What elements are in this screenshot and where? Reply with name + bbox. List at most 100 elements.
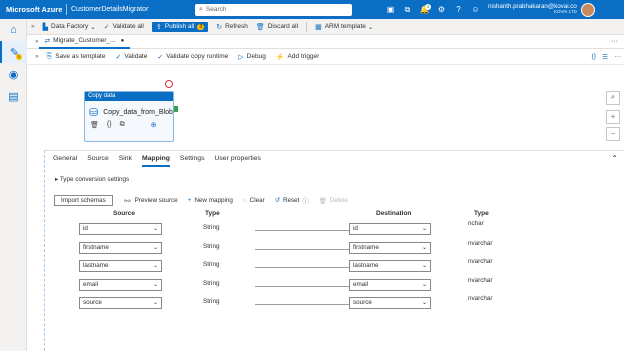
code-icon[interactable]: {} [592, 53, 596, 60]
destination-column-value: id [353, 225, 358, 232]
delete-icon: 🗑 [318, 197, 327, 205]
arrow-right-icon[interactable]: ⊕ [151, 121, 157, 129]
destination-column-value: email [353, 280, 369, 288]
save-as-template-button[interactable]: ⎘ Save as template [47, 53, 106, 61]
help-icon[interactable]: ? [450, 5, 467, 14]
discard-all-button[interactable]: 🗑 Discard all [256, 23, 298, 31]
properties-icon[interactable]: ☰ [602, 53, 608, 61]
destination-type: nvarchar [468, 276, 493, 284]
chevron-down-icon: ⌄ [152, 263, 158, 269]
top-icons: ▣ ⧉ 🔔 1 ⚙ ? ☺ [382, 4, 484, 15]
monitor-icon[interactable]: ◉ [0, 63, 27, 85]
search-icon[interactable]: ⌕ [606, 91, 620, 105]
mapping-row: lastname⌄String→lastname⌄nvarchar [45, 258, 605, 276]
source-column-select[interactable]: source ⌄ [79, 297, 162, 309]
account-info[interactable]: nishanth.prabhakaran@kovai.co KOVAI LTD [488, 3, 577, 16]
tab-settings[interactable]: Settings [180, 151, 205, 167]
chevron-down-icon: ⌄ [367, 23, 374, 31]
validate-label: Validate [124, 53, 148, 60]
directory-icon[interactable]: ⧉ [399, 5, 416, 15]
factory-icon: ▙ [42, 23, 49, 31]
delete-icon[interactable]: 🗑 [90, 121, 99, 129]
new-mapping-button[interactable]: + New mapping [188, 197, 233, 204]
refresh-button[interactable]: ↻ Refresh [216, 23, 248, 31]
search-placeholder: Search [205, 6, 227, 13]
destination-type: nvarchar [468, 258, 493, 265]
reset-label: Reset [282, 197, 300, 204]
type-conversion-toggle[interactable]: ▸ Type conversion settings [55, 176, 129, 183]
destination-column-select[interactable]: email ⌄ [349, 278, 431, 291]
publish-all-button[interactable]: ⇪ Publish all 3 [151, 21, 209, 32]
header-destination: Destination [376, 210, 412, 217]
preview-source-button[interactable]: 👓 Preview source [124, 197, 178, 205]
discard-all-label: Discard all [267, 23, 299, 30]
more-icon[interactable]: ··· [611, 38, 618, 45]
brand-label[interactable]: Microsoft Azure [0, 5, 66, 14]
destination-column-value: firstname [353, 243, 379, 251]
header-source-type: Type [205, 210, 220, 217]
check-icon: ✓ [115, 53, 122, 61]
error-icon[interactable] [165, 80, 173, 88]
validate-button[interactable]: ✓ Validate [115, 53, 147, 61]
type-conversion-label: Type conversion settings [59, 176, 130, 183]
source-column-select[interactable]: id ⌄ [79, 223, 162, 235]
search-input[interactable]: ⌕ Search [195, 3, 352, 16]
tab-general[interactable]: General [53, 151, 77, 167]
avatar[interactable] [580, 2, 595, 17]
validate-copy-runtime-button[interactable]: ✓ Validate copy runtime [157, 53, 228, 61]
chevron-up-icon[interactable]: ⌃ [611, 154, 618, 163]
cloud-shell-icon[interactable]: ▣ [382, 5, 399, 14]
add-trigger-label: Add trigger [287, 53, 320, 60]
tab-pipeline[interactable]: ⇄ Migrate_Customer_... ● [38, 35, 131, 49]
source-column-select[interactable]: lastname ⌄ [79, 260, 162, 272]
home-icon[interactable]: ⌂ [0, 19, 27, 41]
arm-template-button[interactable]: ▦ ARM template ⌄ [315, 23, 373, 31]
expand-icon[interactable]: » [35, 53, 39, 60]
pipeline-icon: ⇄ [44, 37, 51, 45]
delete-button[interactable]: 🗑 Delete [319, 197, 348, 205]
reset-button[interactable]: ↺ Reset ⓘ [275, 196, 309, 205]
factory-toolbar: » ▙ Data Factory ⌄ ✓ Validate all ⇪ Publish … [27, 19, 624, 35]
add-trigger-button[interactable]: ⚡ Add trigger [276, 53, 320, 61]
tab-sink[interactable]: Sink [119, 151, 132, 167]
destination-column-select[interactable]: firstname ⌄ [349, 241, 431, 254]
check-icon: ✓ [103, 23, 110, 31]
copy-icon[interactable]: ⧉ [120, 121, 125, 129]
tab-mapping[interactable]: Mapping [141, 151, 170, 167]
clear-button[interactable]: ◌ Clear [243, 197, 265, 204]
feedback-icon[interactable]: ☺ [467, 5, 484, 14]
validate-all-button[interactable]: ✓ Validate all [104, 23, 144, 31]
destination-column-select[interactable]: id ⌄ [349, 223, 431, 235]
author-icon[interactable]: ✎ 1 [0, 41, 27, 63]
mapping-connector [255, 267, 349, 268]
copy-data-activity[interactable]: Copy data ⛁ Copy_data_from_Blob 🗑 {} ⧉ ⊕ [84, 91, 174, 142]
manage-icon[interactable]: ▤ [0, 85, 27, 107]
check-icon: ✓ [157, 53, 164, 61]
source-type: String [203, 279, 220, 287]
mapping-connector [255, 304, 349, 305]
chevron-down-icon: ⌄ [421, 300, 427, 306]
zoom-out-icon[interactable]: − [606, 127, 620, 141]
zoom-in-icon[interactable]: + [606, 110, 620, 124]
data-factory-button[interactable]: ▙ Data Factory ⌄ [43, 23, 96, 31]
properties-tabs: General Source Sink Mapping Settings Use… [45, 151, 624, 167]
settings-icon[interactable]: ⚙ [433, 5, 450, 14]
more-icon[interactable]: ··· [615, 53, 622, 60]
chevron-down-icon: ⌄ [152, 281, 158, 288]
notification-count: 1 [425, 4, 431, 10]
tab-source[interactable]: Source [87, 151, 109, 167]
destination-column-select[interactable]: source ⌄ [349, 297, 431, 309]
notification-icon[interactable]: 🔔 1 [416, 4, 433, 14]
import-schemas-button[interactable]: Import schemas [54, 195, 113, 206]
search-icon: ⌕ [199, 5, 203, 13]
tab-user-properties[interactable]: User properties [214, 151, 260, 167]
source-column-select[interactable]: firstname ⌄ [79, 241, 162, 254]
source-column-select[interactable]: email ⌄ [79, 278, 162, 291]
destination-column-select[interactable]: lastname ⌄ [349, 260, 431, 272]
success-output-port[interactable] [174, 106, 178, 112]
save-as-template-label: Save as template [55, 53, 106, 60]
collapse-icon[interactable]: » [31, 23, 35, 30]
pipeline-canvas[interactable]: Copy data ⛁ Copy_data_from_Blob 🗑 {} ⧉ ⊕… [44, 65, 624, 150]
code-icon[interactable]: {} [107, 121, 112, 129]
debug-button[interactable]: ▷ Debug [238, 53, 266, 61]
